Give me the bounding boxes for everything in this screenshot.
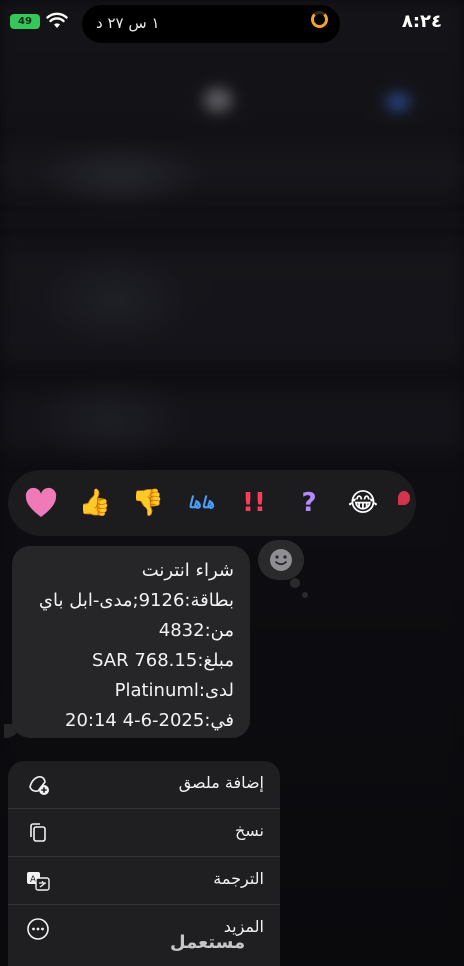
translate-icon: A — [27, 872, 50, 891]
menu-label-translate: الترجمة — [213, 869, 264, 888]
message-text: شراء انترنت بطاقة:9126;مدى-ابل باي من:48… — [24, 556, 234, 736]
tapback-reactions-bar: 👍 👎 هاها !! ? 😂 — [8, 470, 416, 536]
island-timer-text: ١ س ٢٧ د — [96, 14, 160, 32]
menu-item-add-sticker[interactable]: إضافة ملصق — [8, 761, 280, 809]
add-sticker-emoji-icon[interactable] — [258, 540, 304, 580]
thumbs-down-reaction-icon[interactable]: 👎 — [129, 484, 167, 522]
menu-item-translate[interactable]: A الترجمة — [8, 857, 280, 905]
message-line: بطاقة:9126;مدى-ابل باي — [38, 590, 234, 611]
heart-reaction-icon[interactable] — [22, 484, 60, 522]
timer-ring-icon — [311, 11, 328, 28]
thumbs-up-reaction-icon[interactable]: 👍 — [76, 484, 114, 522]
more-icon — [27, 918, 49, 940]
partial-reaction-icon[interactable] — [398, 491, 410, 505]
blurred-message-strip — [0, 150, 464, 190]
haha-reaction-icon[interactable]: هاها — [182, 484, 220, 522]
laughing-reaction-icon[interactable]: 😂 — [344, 484, 382, 522]
sticker-add-icon — [29, 776, 49, 795]
question-reaction-icon[interactable]: ? — [290, 484, 328, 522]
sticker-bubble-dot — [302, 592, 308, 598]
watermark-logo: مستعمل — [170, 932, 246, 953]
message-bubble[interactable]: شراء انترنت بطاقة:9126;مدى-ابل باي من:48… — [12, 546, 250, 738]
menu-label-copy: نسخ — [234, 821, 264, 840]
menu-item-copy[interactable]: نسخ — [8, 809, 280, 857]
wifi-icon — [46, 12, 68, 28]
copy-icon — [30, 823, 46, 842]
exclamation-reaction-icon[interactable]: !! — [235, 484, 273, 522]
clock: ٨:٢٤ — [401, 11, 442, 32]
menu-label-add-sticker: إضافة ملصق — [178, 773, 264, 792]
message-line: من:4832 — [158, 620, 234, 641]
blurred-message-strip — [0, 390, 464, 450]
message-line: مبلغ:SAR 768.15 — [92, 650, 234, 671]
message-line: في:2025-6-4 20:14 — [65, 710, 234, 731]
message-line: شراء انترنت — [141, 560, 234, 581]
message-line: لدى:Platinuml — [114, 680, 234, 701]
status-bar: 49 ١ س ٢٧ د ٨:٢٤ — [0, 0, 464, 46]
battery-indicator: 49 — [10, 14, 40, 29]
blurred-message-strip — [0, 250, 464, 360]
sticker-bubble-dot — [290, 578, 300, 588]
